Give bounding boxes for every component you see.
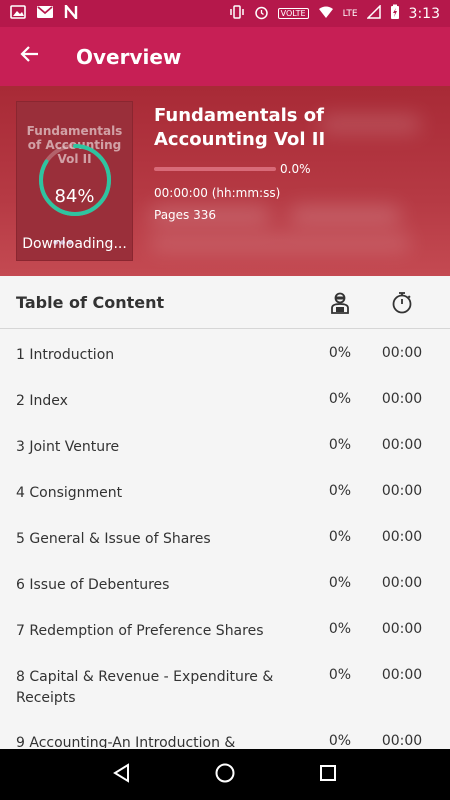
toc-row[interactable]: 4 Consignment 0% 00:00	[0, 468, 450, 514]
volte-badge: VOLTE	[277, 8, 309, 19]
toc-row-time: 00:00	[381, 575, 423, 591]
toc-row[interactable]: 2 Index 0% 00:00	[0, 376, 450, 422]
toc-row-percent: 0%	[328, 391, 352, 407]
vibrate-icon	[229, 5, 245, 22]
toc-row[interactable]: 8 Capital & Revenue - Expenditure & Rece…	[0, 652, 450, 718]
toc-row-label: 1 Introduction	[16, 347, 115, 363]
book-info: Fundamentals of Accounting Vol II 0.0% 0…	[154, 104, 439, 222]
photo-icon	[10, 5, 26, 22]
toc-list: 1 Introduction 0% 00:00 2 Index 0% 00:00 3 Joi…	[0, 330, 450, 748]
toc-row-label: 7 Redemption of Preference Shares	[16, 623, 264, 639]
arrow-back-icon	[20, 44, 40, 70]
n-app-icon	[64, 2, 78, 22]
toc-row-percent: 0%	[328, 733, 352, 748]
toc-row[interactable]: 9 Accounting-An Introduction & 0% 00:00	[0, 718, 450, 748]
toc-row-time: 00:00	[381, 733, 423, 748]
toc-row-label: 8 Capital & Revenue - Expenditure & Rece…	[16, 669, 274, 706]
toc-row-percent: 0%	[328, 621, 352, 637]
toc-header: Table of Content	[0, 276, 450, 329]
toc-row-time: 00:00	[381, 621, 423, 637]
download-percent: 84%	[54, 186, 95, 207]
toc-row-percent: 0%	[328, 529, 352, 545]
toc-row-label: 2 Index	[16, 393, 68, 409]
gmail-icon	[36, 5, 54, 22]
toc-row[interactable]: 5 General & Issue of Shares 0% 00:00	[0, 514, 450, 560]
reading-progress-bar	[154, 167, 276, 171]
alarm-icon	[254, 5, 269, 23]
toc-row-time: 00:00	[381, 391, 423, 407]
app-bar: Overview	[0, 27, 450, 86]
page-title: Overview	[76, 44, 182, 69]
toc-row-time: 00:00	[381, 345, 423, 361]
toc-row[interactable]: 6 Issue of Debentures 0% 00:00	[0, 560, 450, 606]
home-circle-icon	[214, 762, 236, 788]
toc-row-time: 00:00	[381, 667, 423, 683]
toc-row-percent: 0%	[328, 437, 352, 453]
reader-icon	[328, 291, 352, 315]
wifi-icon	[318, 6, 334, 22]
toc-row-label: 3 Joint Venture	[16, 439, 120, 455]
reading-progress: 0.0%	[154, 162, 439, 176]
toc-row[interactable]: 3 Joint Venture 0% 00:00	[0, 422, 450, 468]
signal-icon	[365, 4, 381, 22]
toc-row-time: 00:00	[381, 529, 423, 545]
nav-home-button[interactable]	[205, 755, 245, 795]
toc-title: Table of Content	[16, 292, 165, 312]
toc-row-label: 4 Consignment	[16, 485, 123, 501]
toc-row-label: 9 Accounting-An Introduction &	[16, 735, 236, 748]
toc-row-label: 5 General & Issue of Shares	[16, 531, 211, 547]
clock-time: 3:13	[408, 5, 440, 22]
toc-row-time: 00:00	[381, 437, 423, 453]
download-status: Downloading...	[22, 236, 127, 252]
toc-row-time: 00:00	[381, 483, 423, 499]
toc-row-percent: 0%	[328, 345, 352, 361]
nav-back-button[interactable]	[102, 755, 142, 795]
toc-row-percent: 0%	[328, 667, 352, 683]
stopwatch-icon	[390, 291, 414, 315]
time-read: 00:00:00 (hh:mm:ss)	[154, 186, 281, 200]
back-button[interactable]	[0, 27, 60, 86]
status-bar: VOLTE LTE 3:13	[0, 0, 450, 27]
nav-recents-button[interactable]	[308, 755, 348, 795]
toc-row-percent: 0%	[328, 483, 352, 499]
recents-square-icon	[318, 763, 338, 787]
battery-icon	[390, 4, 400, 23]
toc-row-label: 6 Issue of Debentures	[16, 577, 170, 593]
book-header: Fundamentals of Accounting Vol II ● ● ● …	[0, 86, 450, 276]
page-count: Pages 336	[154, 208, 217, 222]
book-title: Fundamentals of Accounting Vol II	[154, 105, 326, 150]
system-nav-bar	[0, 749, 450, 800]
toc-row[interactable]: 1 Introduction 0% 00:00	[0, 330, 450, 376]
toc-row[interactable]: 7 Redemption of Preference Shares 0% 00:00	[0, 606, 450, 652]
toc-row-percent: 0%	[328, 575, 352, 591]
book-cover[interactable]: Fundamentals of Accounting Vol II ● ● ● …	[16, 101, 133, 261]
lte-label: LTE	[342, 8, 358, 19]
back-triangle-icon	[111, 762, 133, 788]
reading-progress-label: 0.0%	[280, 162, 311, 176]
